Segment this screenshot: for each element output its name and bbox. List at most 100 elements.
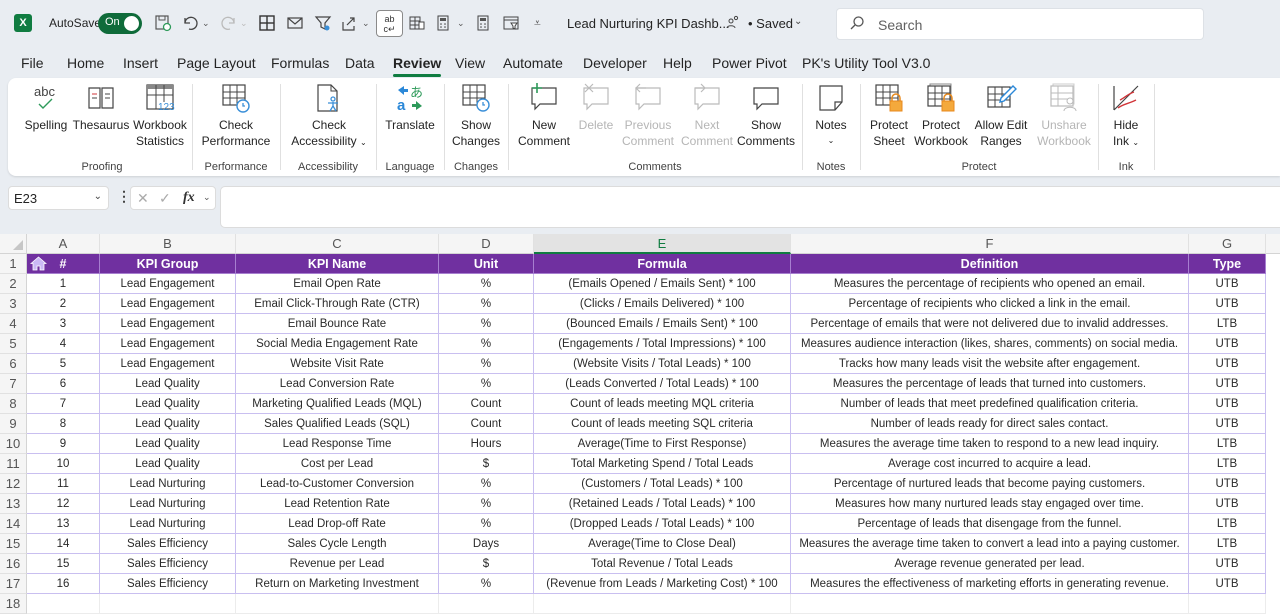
- table-cell[interactable]: %: [439, 374, 534, 394]
- table-cell[interactable]: Total Marketing Spend / Total Leads: [534, 454, 791, 474]
- table-cell[interactable]: UTB: [1189, 414, 1266, 434]
- table-cell[interactable]: Percentage of recipients who clicked a l…: [791, 294, 1189, 314]
- hide-ink-button[interactable]: Hide Ink ⌄: [1104, 82, 1148, 151]
- row-header-8[interactable]: 8: [0, 394, 27, 414]
- table-cell[interactable]: Percentage of leads that disengage from …: [791, 514, 1189, 534]
- table-cell[interactable]: 10: [27, 454, 100, 474]
- tab-automate[interactable]: Automate: [503, 55, 563, 71]
- table-cell[interactable]: UTB: [1189, 274, 1266, 294]
- table-cell[interactable]: 8: [27, 414, 100, 434]
- table-cell[interactable]: 3: [27, 314, 100, 334]
- table-cell[interactable]: (Emails Opened / Emails Sent) * 100: [534, 274, 791, 294]
- table-cell[interactable]: LTB: [1189, 454, 1266, 474]
- table-cell[interactable]: Lead-to-Customer Conversion: [236, 474, 439, 494]
- check-accessibility-dropdown-icon[interactable]: ⌄: [360, 138, 367, 147]
- spelling-check-qat-icon[interactable]: ab c↵: [376, 10, 403, 37]
- table-cell[interactable]: Hours: [439, 434, 534, 454]
- row-header-15[interactable]: 15: [0, 534, 27, 554]
- row-header-14[interactable]: 14: [0, 514, 27, 534]
- save-icon[interactable]: [154, 14, 172, 32]
- row-header-6[interactable]: 6: [0, 354, 27, 374]
- table-format-icon[interactable]: [408, 14, 426, 32]
- table-cell[interactable]: Email Open Rate: [236, 274, 439, 294]
- row-header-11[interactable]: 11: [0, 454, 27, 474]
- column-header-a[interactable]: A: [27, 234, 100, 254]
- protect-sheet-button[interactable]: Protect Sheet: [864, 82, 914, 149]
- enter-icon[interactable]: ✓: [159, 190, 171, 207]
- row-header-5[interactable]: 5: [0, 334, 27, 354]
- spelling-button[interactable]: abc Spelling: [20, 82, 72, 133]
- tab-page-layout[interactable]: Page Layout: [177, 55, 256, 71]
- table-cell[interactable]: (Retained Leads / Total Leads) * 100: [534, 494, 791, 514]
- calculate-now-icon[interactable]: [474, 14, 492, 32]
- hide-ink-dropdown-icon[interactable]: ⌄: [1132, 138, 1139, 147]
- function-dropdown-icon[interactable]: ⌄: [203, 192, 211, 203]
- table-cell[interactable]: LTB: [1189, 314, 1266, 334]
- table-cell[interactable]: %: [439, 274, 534, 294]
- row-header-18[interactable]: 18: [0, 594, 27, 614]
- row-header-2[interactable]: 2: [0, 274, 27, 294]
- table-cell[interactable]: UTB: [1189, 574, 1266, 594]
- header-cell[interactable]: KPI Name: [236, 254, 439, 274]
- table-cell[interactable]: LTB: [1189, 514, 1266, 534]
- table-cell[interactable]: UTB: [1189, 394, 1266, 414]
- row-header-7[interactable]: 7: [0, 374, 27, 394]
- table-cell[interactable]: Social Media Engagement Rate: [236, 334, 439, 354]
- table-cell[interactable]: 14: [27, 534, 100, 554]
- table-cell[interactable]: Measures how many nurtured leads stay en…: [791, 494, 1189, 514]
- table-cell[interactable]: Lead Nurturing: [100, 514, 236, 534]
- row-header-4[interactable]: 4: [0, 314, 27, 334]
- header-cell[interactable]: Type: [1189, 254, 1266, 274]
- row-header-10[interactable]: 10: [0, 434, 27, 454]
- column-header-c[interactable]: C: [236, 234, 439, 254]
- table-cell[interactable]: Marketing Qualified Leads (MQL): [236, 394, 439, 414]
- notes-dropdown-icon[interactable]: ⌄: [808, 133, 854, 149]
- tab-pk-utility-tool[interactable]: PK's Utility Tool V3.0: [802, 55, 930, 71]
- table-cell[interactable]: UTB: [1189, 354, 1266, 374]
- row-header-3[interactable]: 3: [0, 294, 27, 314]
- share-icon[interactable]: [340, 14, 358, 32]
- row-header-16[interactable]: 16: [0, 554, 27, 574]
- new-comment-button[interactable]: New Comment: [514, 82, 574, 149]
- table-cell[interactable]: Average cost incurred to acquire a lead.: [791, 454, 1189, 474]
- autosave-toggle[interactable]: On: [98, 13, 142, 34]
- borders-icon[interactable]: [258, 14, 276, 32]
- document-title[interactable]: Lead Nurturing KPI Dashb...: [567, 16, 730, 31]
- table-cell[interactable]: %: [439, 314, 534, 334]
- formula-input[interactable]: [220, 186, 1280, 228]
- tab-developer[interactable]: Developer: [583, 55, 647, 71]
- table-cell[interactable]: Email Click-Through Rate (CTR): [236, 294, 439, 314]
- tab-insert[interactable]: Insert: [123, 55, 158, 71]
- tab-review[interactable]: Review: [393, 55, 442, 77]
- table-cell[interactable]: Count of leads meeting MQL criteria: [534, 394, 791, 414]
- table-cell[interactable]: Measures the average time taken to respo…: [791, 434, 1189, 454]
- table-cell[interactable]: Lead Engagement: [100, 274, 236, 294]
- tab-file[interactable]: File: [21, 55, 44, 71]
- column-header-g[interactable]: G: [1189, 234, 1266, 254]
- table-cell[interactable]: [534, 594, 791, 614]
- table-cell[interactable]: Lead Engagement: [100, 294, 236, 314]
- table-cell[interactable]: Lead Quality: [100, 414, 236, 434]
- table-cell[interactable]: Lead Quality: [100, 374, 236, 394]
- column-header-h[interactable]: [1266, 234, 1280, 254]
- table-cell[interactable]: [236, 594, 439, 614]
- table-cell[interactable]: %: [439, 494, 534, 514]
- table-cell[interactable]: %: [439, 354, 534, 374]
- table-cell[interactable]: 4: [27, 334, 100, 354]
- table-cell[interactable]: (Website Visits / Total Leads) * 100: [534, 354, 791, 374]
- table-cell[interactable]: Measures the percentage of recipients wh…: [791, 274, 1189, 294]
- row-header-17[interactable]: 17: [0, 574, 27, 594]
- select-all-button[interactable]: [0, 234, 27, 254]
- workbook-statistics-button[interactable]: 123 Workbook Statistics: [129, 82, 191, 149]
- share-dropdown-icon[interactable]: ⌄: [362, 14, 370, 32]
- table-cell[interactable]: 9: [27, 434, 100, 454]
- home-icon[interactable]: [29, 256, 48, 271]
- table-cell[interactable]: Lead Quality: [100, 434, 236, 454]
- formula-bar-options-icon[interactable]: ⋮: [117, 188, 131, 205]
- header-cell[interactable]: #: [27, 254, 100, 274]
- table-cell[interactable]: Revenue per Lead: [236, 554, 439, 574]
- column-header-d[interactable]: D: [439, 234, 534, 254]
- notes-button[interactable]: Notes ⌄: [808, 82, 854, 149]
- allow-edit-ranges-button[interactable]: Allow Edit Ranges: [970, 82, 1032, 149]
- table-cell[interactable]: Percentage of nurtured leads that become…: [791, 474, 1189, 494]
